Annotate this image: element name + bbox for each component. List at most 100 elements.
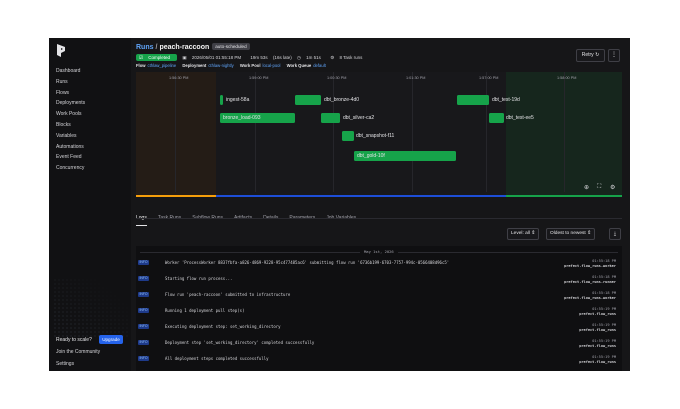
fullscreen-icon[interactable]: ⛶ xyxy=(597,184,601,191)
log-source: prefect.flow_runs xyxy=(579,344,616,348)
tab-artifacts[interactable]: Artifacts xyxy=(234,213,252,225)
more-options-button[interactable]: ⋮ xyxy=(608,49,620,62)
chevron-updown-icon: ⇕ xyxy=(531,231,536,236)
zoom-in-icon[interactable]: ⊕ xyxy=(584,184,589,191)
task-bar-dbt-test-19d[interactable] xyxy=(457,95,489,105)
task-bar-ingest[interactable] xyxy=(220,95,223,105)
timeline-tick: 1:58:00 PM xyxy=(557,76,577,80)
log-viewer[interactable]: May 1st, 2026 INFO Worker 'ProcessWorker… xyxy=(136,246,622,371)
clock-icon: ◷ xyxy=(296,54,303,60)
log-message: Starting flow run process... xyxy=(165,276,233,281)
deployment-link[interactable]: cthlaw-nightly xyxy=(208,63,233,68)
log-time: 01:55:19 PM xyxy=(592,355,616,359)
sidebar: Dashboard Runs Flows Deployments Work Po… xyxy=(49,38,131,371)
log-date-divider: May 1st, 2026 xyxy=(136,249,622,255)
refresh-icon: ↻ xyxy=(595,52,600,58)
breadcrumb-runs-link[interactable]: Runs xyxy=(136,44,154,51)
tab-parameters[interactable]: Parameters xyxy=(289,213,315,225)
run-datetime: ▣ 2026/05/01 01:55:18 PM xyxy=(182,54,242,60)
main-content: Runs / peach-raccoon auto-scheduled ☑ Compl… xyxy=(131,38,630,371)
work-pool-link[interactable]: local-pool xyxy=(263,63,281,68)
tab-details[interactable]: Details xyxy=(263,213,278,225)
run-tag-badge: auto-scheduled xyxy=(212,43,250,50)
log-source: prefect.flow_runs.worker xyxy=(564,264,616,268)
sidebar-item-variables[interactable]: Variables xyxy=(56,131,85,142)
task-label-dbt-test-ee5: dbt_test-ee5 xyxy=(506,115,534,121)
log-source: prefect.flow_runs xyxy=(579,328,616,332)
log-sort-select[interactable]: Oldest to newest ⇕ xyxy=(546,228,596,240)
log-level-badge: INFO xyxy=(138,308,149,313)
log-source: prefect.flow_runs.runner xyxy=(564,280,616,284)
retry-button[interactable]: Retry ↻ xyxy=(576,49,605,62)
upgrade-button[interactable]: Upgrade xyxy=(99,335,123,344)
timeline-tick: 1:56:30 PM xyxy=(169,76,189,80)
task-label-bronze-load: bronze_load-093 xyxy=(223,115,261,121)
deployment-label: Deployment xyxy=(182,63,207,68)
log-time: 01:55:19 PM xyxy=(592,307,616,311)
settings-link[interactable]: Settings xyxy=(56,361,74,367)
log-level-badge: INFO xyxy=(138,324,149,329)
log-message: Deployment step 'set_working_directory' … xyxy=(165,340,315,345)
status-badge: ☑ Completed xyxy=(136,54,178,61)
task-label-dbt-gold: dbt_gold-10f xyxy=(357,153,385,159)
breadcrumb: Runs / peach-raccoon auto-scheduled xyxy=(136,43,250,51)
log-level-select[interactable]: Level: all ⇕ xyxy=(507,228,540,240)
log-source: prefect.flow_runs xyxy=(579,360,616,364)
sidebar-item-runs[interactable]: Runs xyxy=(56,77,85,88)
run-duration-short: ◷ 1m 51s xyxy=(296,54,321,60)
sidebar-item-concurrency[interactable]: Concurrency xyxy=(56,163,85,174)
sidebar-item-dashboard[interactable]: Dashboard xyxy=(56,66,85,77)
log-time: 01:55:19 PM xyxy=(592,339,616,343)
log-message: Executing deployment step: set_working_d… xyxy=(165,324,281,329)
sidebar-item-deployments[interactable]: Deployments xyxy=(56,98,85,109)
sidebar-item-flows[interactable]: Flows xyxy=(56,88,85,99)
app-window: Dashboard Runs Flows Deployments Work Po… xyxy=(49,38,630,371)
download-logs-button[interactable]: ⤓ xyxy=(609,228,621,240)
log-message: Running 1 deployment pull step(s) xyxy=(165,308,245,313)
sidebar-item-work-pools[interactable]: Work Pools xyxy=(56,109,85,120)
run-duration: 19m 53s xyxy=(250,54,268,60)
flow-link[interactable]: cthlaw_pipeline xyxy=(148,63,177,68)
tab-job-variables[interactable]: Job Variables xyxy=(326,213,356,225)
log-entry: INFO Starting flow run process... 01:55:… xyxy=(136,274,622,289)
timeline-settings-icon[interactable]: ⚙ xyxy=(610,184,615,191)
ready-to-scale-text: Ready to scale? xyxy=(56,337,92,343)
log-entry: INFO Deployment step 'set_working_direct… xyxy=(136,338,622,353)
log-level-badge: INFO xyxy=(138,260,149,265)
task-bar-dbt-silver[interactable] xyxy=(321,113,340,123)
timeline-tick: 1:57:00 PM xyxy=(479,76,499,80)
log-message: All deployment steps completed successfu… xyxy=(165,356,269,361)
task-label-dbt-snapshot: dbt_snapshot-f11 xyxy=(356,133,395,139)
tab-subflow-runs[interactable]: Subflow Runs xyxy=(192,213,223,225)
task-bar-dbt-bronze[interactable] xyxy=(295,95,321,105)
log-level-badge: INFO xyxy=(138,356,149,361)
timeline-tick: 1:59:00 PM xyxy=(249,76,269,80)
timeline-graph[interactable]: 1:56:30 PM 1:59:00 PM 1:00:30 PM 1:01:30… xyxy=(136,72,622,197)
sidebar-item-event-feed[interactable]: Event Feed xyxy=(56,152,85,163)
sidebar-item-automations[interactable]: Automations xyxy=(56,142,85,153)
calendar-icon: ▣ xyxy=(182,54,188,60)
run-meta-row: ☑ Completed ▣ 2026/05/01 01:55:18 PM 19m… xyxy=(136,54,370,61)
join-community-link[interactable]: Join the Community xyxy=(56,349,100,355)
timeline-tick: 1:00:30 PM xyxy=(327,76,347,80)
timeline-progress-pending xyxy=(136,195,216,197)
run-late: (16s late) xyxy=(272,54,292,60)
tab-task-runs[interactable]: Task Runs xyxy=(158,213,181,225)
prefect-logo-icon[interactable] xyxy=(56,44,66,57)
work-queue-link[interactable]: default xyxy=(313,63,326,68)
log-entry: INFO Running 1 deployment pull step(s) 0… xyxy=(136,306,622,321)
log-time: 01:55:18 PM xyxy=(592,291,616,295)
sidebar-item-blocks[interactable]: Blocks xyxy=(56,120,85,131)
task-bar-dbt-test-ee5[interactable] xyxy=(489,113,504,123)
work-queue-label: Work Queue xyxy=(286,63,312,68)
log-source: prefect.flow_runs xyxy=(579,312,616,316)
work-pool-label: Work Pool xyxy=(239,63,261,68)
chevron-updown-icon: ⇕ xyxy=(587,231,592,236)
task-label-dbt-silver: dbt_silver-ca2 xyxy=(343,115,375,121)
log-time: 01:55:19 PM xyxy=(592,323,616,327)
check-icon: ☑ xyxy=(139,54,145,60)
sidebar-nav: Dashboard Runs Flows Deployments Work Po… xyxy=(56,66,85,174)
task-bar-dbt-snapshot[interactable] xyxy=(342,131,354,141)
decorative-dot-pattern xyxy=(53,278,129,338)
tab-logs[interactable]: Logs xyxy=(136,213,147,226)
